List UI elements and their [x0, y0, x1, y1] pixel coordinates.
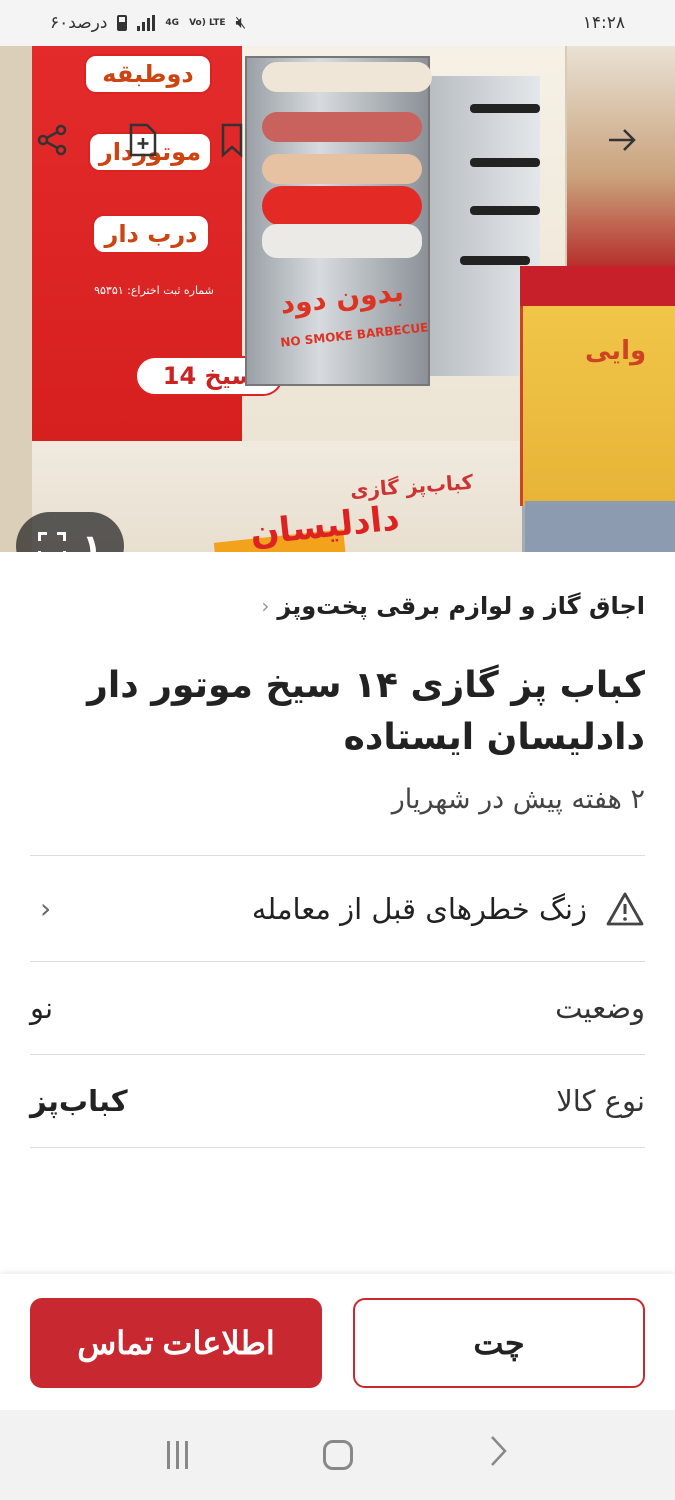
recents-icon[interactable] [167, 1441, 189, 1469]
divider [30, 1147, 645, 1148]
risk-notice-row[interactable]: زنگ خطرهای قبل از معامله ‹ [30, 856, 645, 961]
photo-label-patent: شماره ثبت اختراع: ۹۵۳۵۱ [94, 284, 214, 297]
chevron-left-icon: ‹ [261, 594, 270, 618]
product-photo[interactable]: دوطبقه موتوردار درب دار شماره ثبت اختراع… [0, 46, 675, 552]
photo-box-side [0, 46, 34, 552]
photo-counter[interactable]: ۱ [16, 512, 124, 552]
back-icon[interactable] [488, 1434, 508, 1477]
volte-label: Vo) LTE [189, 17, 226, 28]
action-bar: اطلاعات تماس چت [0, 1274, 675, 1410]
detail-key: نوع کالا [556, 1084, 645, 1118]
network-4g-label: 4G [165, 17, 180, 28]
breadcrumb[interactable]: اجاق گاز و لوازم برقی پخت‌وپز ‹ [30, 592, 645, 620]
share-icon[interactable] [32, 120, 72, 160]
system-nav-bar [0, 1410, 675, 1500]
photo-label-door: درب دار [92, 214, 210, 254]
risk-notice-label: زنگ خطرهای قبل از معامله [251, 891, 587, 926]
photo-right-box-bottom [525, 501, 675, 552]
bookmark-icon[interactable] [212, 120, 252, 160]
detail-value: کباب‌پز [30, 1084, 128, 1118]
battery-icon [117, 15, 128, 31]
photo-handle [470, 158, 540, 167]
detail-value: نو [30, 991, 54, 1025]
photo-handle [470, 104, 540, 113]
clock: ۱۴:۲۸ [582, 13, 625, 33]
expand-icon [38, 532, 67, 552]
detail-key: وضعیت [555, 991, 645, 1025]
photo-skewer-meat [262, 112, 422, 142]
photo-skewer-mixed [262, 154, 422, 184]
listing-title: کباب پز گازی ۱۴ سیخ موتور دار دادلیسان ا… [87, 665, 645, 758]
listing-time-location: ۲ هفته پیش در شهریار [391, 784, 645, 815]
status-icons: ۶۰درصد 4G Vo) LTE 🔇︎ [50, 13, 246, 33]
photo-handle [470, 206, 540, 215]
detail-row-type: نوع کالا کباب‌پز [30, 1055, 645, 1147]
signal-icon [137, 15, 156, 31]
chevron-left-icon: ‹ [40, 892, 52, 925]
breadcrumb-category[interactable]: اجاق گاز و لوازم برقی پخت‌وپز [277, 592, 645, 620]
photo-text-side-brand: وایی [585, 336, 647, 366]
detail-row-condition: وضعیت نو [30, 962, 645, 1054]
forward-arrow-icon[interactable] [602, 120, 642, 160]
chat-button[interactable]: چت [353, 1298, 645, 1388]
status-bar: ۶۰درصد 4G Vo) LTE 🔇︎ ۱۴:۲۸ [0, 0, 675, 46]
add-note-icon[interactable] [123, 120, 163, 160]
photo-right-box-top [520, 266, 675, 306]
photo-skewer-tomato [262, 186, 422, 226]
photo-count: ۱ [82, 527, 102, 552]
warning-icon [606, 892, 644, 925]
home-icon[interactable] [322, 1440, 353, 1470]
photo-skewer-onion [262, 224, 422, 258]
photo-label-two-tier: دوطبقه [84, 54, 212, 94]
photo-skewer-chicken [262, 62, 432, 92]
battery-text: ۶۰درصد [50, 13, 108, 33]
photo-handle [460, 256, 530, 265]
contact-info-button[interactable]: اطلاعات تماس [30, 1298, 322, 1388]
mute-icon: 🔇︎ [235, 13, 247, 33]
listing-content: اجاق گاز و لوازم برقی پخت‌وپز ‹ کباب پز … [30, 552, 645, 1148]
